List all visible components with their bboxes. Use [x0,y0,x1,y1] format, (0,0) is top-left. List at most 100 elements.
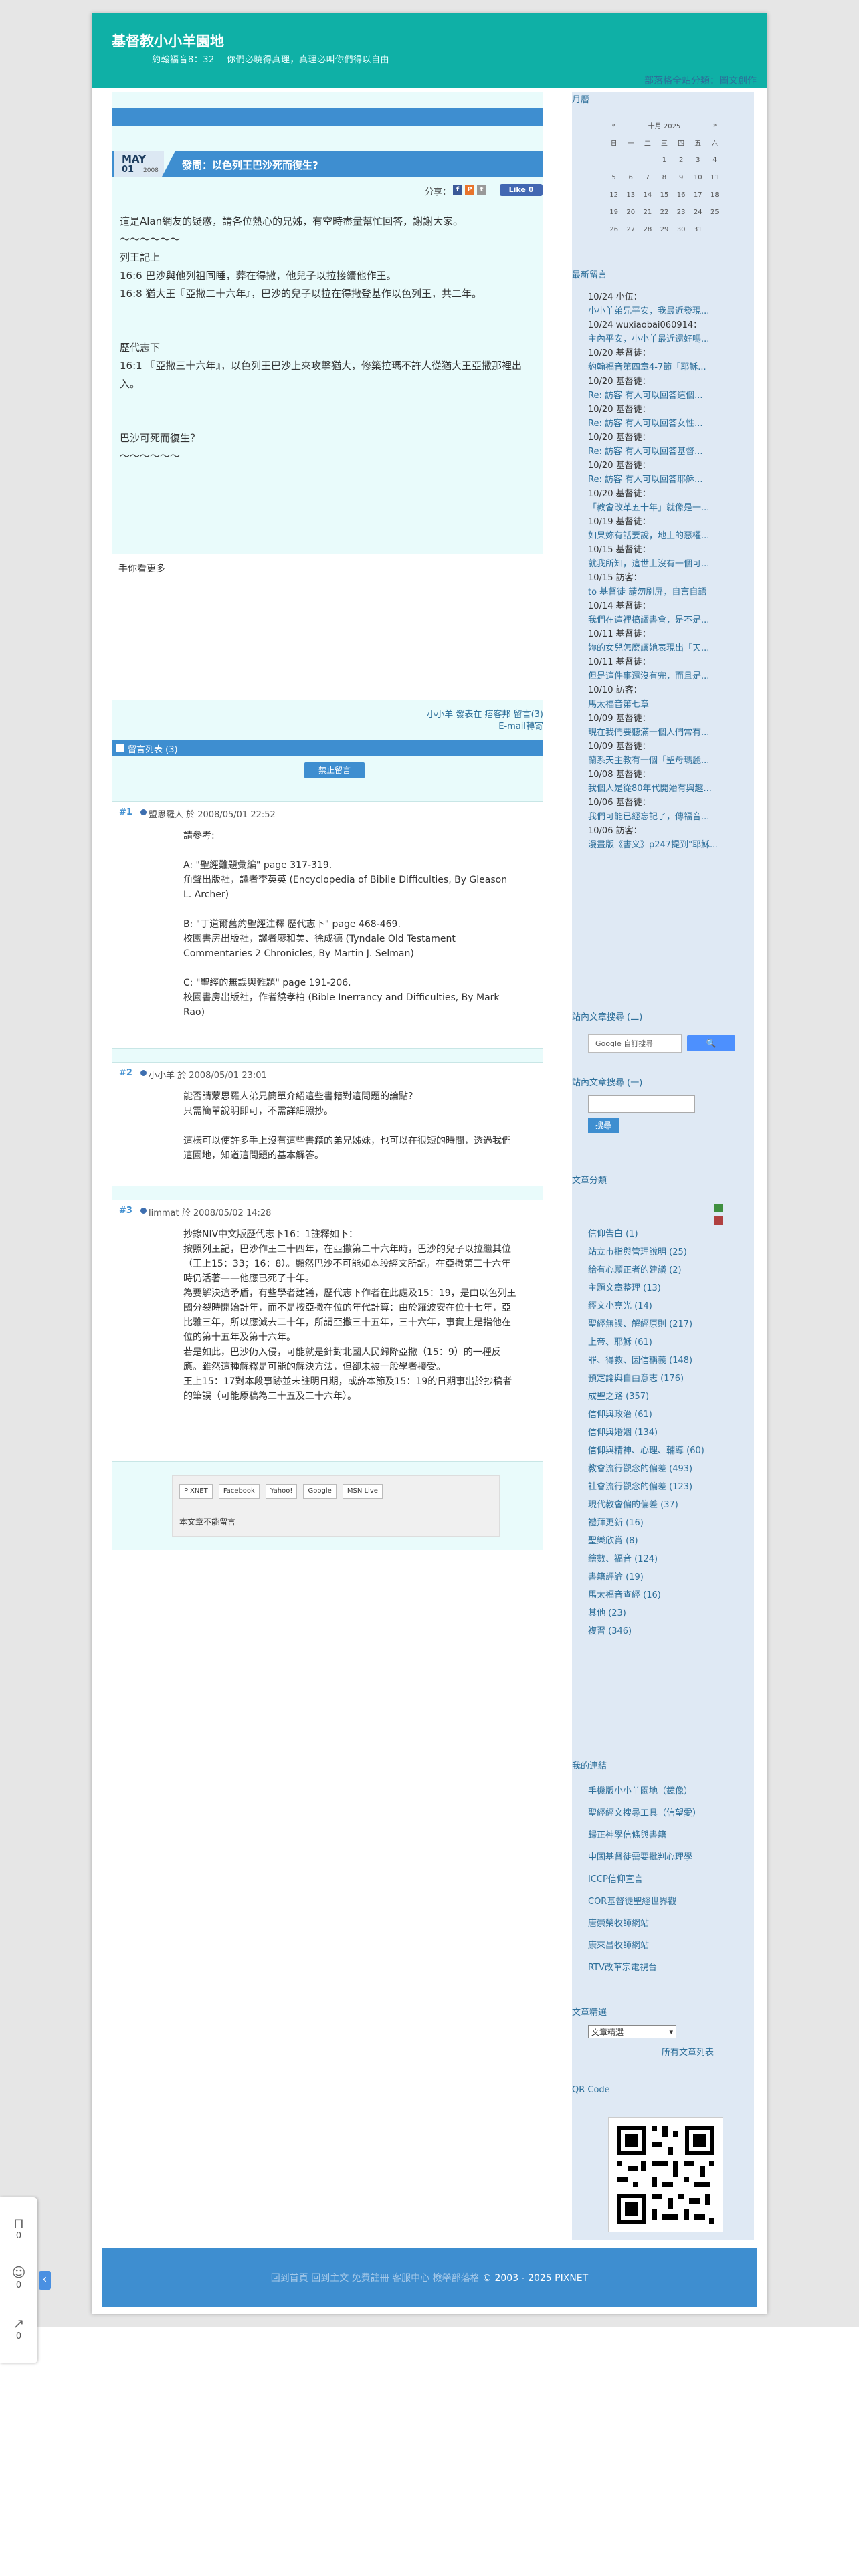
category-link[interactable]: 部落格全站分類：圖文創作 [644,74,757,87]
category-link[interactable]: 成聖之路 (357) [588,1388,742,1406]
comment-number[interactable]: #1 [119,807,132,817]
bookmark-action[interactable]: ⊓ 0 [0,2215,37,2241]
google-search-input[interactable]: Google 自訂搜尋 [588,1034,682,1053]
category-link[interactable]: 書籍評論 (19) [588,1568,742,1586]
calendar-day[interactable]: 25 [706,203,723,221]
blog-search-input[interactable] [588,1095,695,1113]
share-pixnet-button[interactable]: PIXNET [179,1484,213,1499]
category-link[interactable]: 信仰與精神、心理、輔導 (60) [588,1442,742,1460]
latest-comment-link[interactable]: 我個人是從80年代開始有與趣... [588,782,742,796]
calendar-day[interactable]: 10 [690,169,706,186]
facebook-like-button[interactable]: Like 0 [500,184,543,196]
facebook-icon[interactable]: f [453,185,462,195]
latest-comment-link[interactable]: 「教會改革五十年」就像是一... [588,501,742,515]
latest-comment-link[interactable]: 我們在這裡搞讀書會，是不是... [588,613,742,627]
comment-number[interactable]: #3 [119,1206,132,1216]
email-forward-link[interactable]: E-mail轉寄 [427,721,543,733]
reaction-action[interactable]: ☺ 0 [0,2264,37,2290]
calendar-day[interactable]: 26 [605,221,622,238]
category-link[interactable]: 信仰與政治 (61) [588,1406,742,1424]
calendar-day[interactable]: 1 [656,151,672,169]
share-msn-button[interactable]: MSN Live [342,1484,383,1499]
latest-comment-link[interactable]: 漫畫版《書义》p247提到"耶穌... [588,838,742,852]
calendar-day[interactable]: 11 [706,169,723,186]
google-search-button[interactable]: 🔍 [687,1035,735,1051]
category-link[interactable]: 社會流行觀念的偏差 (123) [588,1478,742,1496]
share-facebook-button[interactable]: Facebook [218,1484,260,1499]
latest-comment-link[interactable]: 約翰福音第四章4-7節「耶穌... [588,360,742,374]
latest-comment-link[interactable]: 現在我們要聽滿一個人們常有... [588,726,742,740]
category-link[interactable]: 其他 (23) [588,1604,742,1622]
latest-comment-link[interactable]: 但是這件事還沒有完，而且是... [588,669,742,683]
category-link[interactable]: 信仰告白 (1) [588,1225,742,1243]
plurk-icon[interactable]: P [465,185,474,195]
sidebar-link[interactable]: 歸正神學信條與書籍 [588,1824,742,1846]
blog-title[interactable]: 基督教小小羊園地 [112,31,224,51]
calendar-day[interactable]: 17 [690,186,706,203]
category-link[interactable]: 繪數、福音 (124) [588,1550,742,1568]
latest-comment-link[interactable]: Re: 訪客 有人可以回答基督... [588,445,742,459]
latest-comment-link[interactable]: 主內平安，小小羊最近還好嗎... [588,332,742,346]
blog-search-button[interactable]: 搜尋 [588,1118,619,1133]
all-posts-link[interactable]: 所有文章列表 [662,2045,714,2058]
category-link[interactable]: 預定論與自由意志 (176) [588,1370,742,1388]
category-link[interactable]: 經文小亮光 (14) [588,1297,742,1315]
category-link[interactable]: 現代教會偏的偏差 (37) [588,1496,742,1514]
category-view-toggle[interactable] [714,1202,734,1225]
category-link[interactable]: 複習 (346) [588,1622,742,1640]
category-link[interactable]: 主題文章整理 (13) [588,1279,742,1297]
footer-menu[interactable]: 回到首頁 回到主文 免費註冊 客服中心 檢舉部落格 [271,2273,480,2284]
calendar-prev[interactable]: « [605,116,622,134]
latest-comment-link[interactable]: 蘭系天主教有一個「聖母瑪麗... [588,754,742,768]
calendar-day[interactable]: 4 [706,151,723,169]
category-link[interactable]: 禮拜更新 (16) [588,1514,742,1532]
calendar-day[interactable]: 3 [690,151,706,169]
sidebar-link[interactable]: COR基督徒聖經世界觀 [588,1891,742,1913]
calendar-day[interactable]: 13 [622,186,639,203]
category-link[interactable]: 教會流行觀念的偏差 (493) [588,1460,742,1478]
calendar-day[interactable]: 15 [656,186,672,203]
calendar-day[interactable]: 28 [639,221,656,238]
category-link[interactable]: 信仰與婚姻 (134) [588,1424,742,1442]
calendar-day[interactable]: 6 [622,169,639,186]
category-link[interactable]: 上帝、耶穌 (61) [588,1333,742,1352]
latest-comment-link[interactable]: 馬太福音第七章 [588,697,742,712]
category-link[interactable]: 馬太福音查經 (16) [588,1586,742,1604]
calendar-day[interactable]: 7 [639,169,656,186]
calendar-day[interactable]: 24 [690,203,706,221]
category-link[interactable]: 罪、得救、因信稱義 (148) [588,1352,742,1370]
calendar-day[interactable]: 12 [605,186,622,203]
calendar-day[interactable]: 14 [639,186,656,203]
post-title[interactable]: 發問：以色列王巴沙死而復生? [182,158,318,172]
calendar-day[interactable]: 31 [690,221,706,238]
collapse-toggle[interactable]: ‹ [39,2271,51,2290]
calendar-day[interactable]: 30 [673,221,690,238]
latest-comment-link[interactable]: 如果妳有話要說，地上的惡權... [588,529,742,543]
sidebar-link[interactable]: ICCP信仰宣言 [588,1868,742,1891]
calendar-next[interactable]: » [706,116,723,134]
calendar-day[interactable]: 16 [673,186,690,203]
category-link[interactable]: 聖樂欣賞 (8) [588,1532,742,1550]
calendar-day[interactable]: 2 [673,151,690,169]
post-author-line[interactable]: 小小羊 發表在 痞客邦 留言(3) [427,709,543,721]
latest-comment-link[interactable]: 妳的女兒怎麼讓她表現出「天... [588,641,742,655]
calendar-day[interactable]: 20 [622,203,639,221]
calendar-day[interactable]: 18 [706,186,723,203]
twitter-icon[interactable]: t [477,185,486,195]
calendar-day[interactable]: 22 [656,203,672,221]
calendar-day[interactable]: 21 [639,203,656,221]
calendar-day[interactable]: 19 [605,203,622,221]
calendar-day[interactable]: 5 [605,169,622,186]
archive-select[interactable]: 文章精選 [588,2025,676,2039]
latest-comment-link[interactable]: Re: 訪客 有人可以回答耶穌... [588,473,742,487]
share-action[interactable]: ↗ 0 [0,2315,37,2341]
sidebar-link[interactable]: 康來昌牧師網站 [588,1935,742,1957]
calendar-day[interactable]: 27 [622,221,639,238]
latest-comment-link[interactable]: to 基督徒 請勿刷屏，自言自語 [588,585,742,599]
calendar-day[interactable]: 9 [673,169,690,186]
sidebar-link[interactable]: RTV改革宗電視台 [588,1957,742,1979]
latest-comment-link[interactable]: Re: 訪客 有人可以回答這個... [588,389,742,403]
calendar-day[interactable]: 23 [673,203,690,221]
latest-comment-link[interactable]: 小小羊弟兄平安，我最近發現... [588,304,742,318]
latest-comment-link[interactable]: 就我所知，這世上沒有一個可... [588,557,742,571]
